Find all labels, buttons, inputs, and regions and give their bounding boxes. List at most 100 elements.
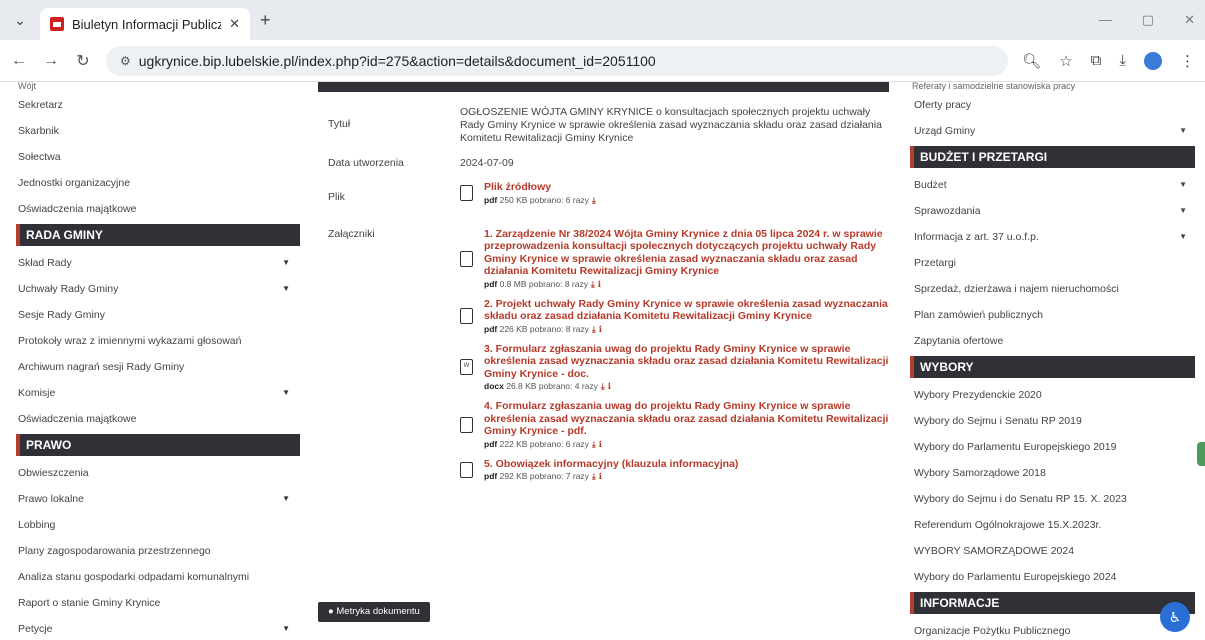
sidebar-item-solectwa[interactable]: Sołectwa bbox=[16, 144, 300, 170]
attachment-link[interactable]: 4. Formularz zgłaszania uwag do projektu… bbox=[484, 400, 893, 438]
metryka-button[interactable]: ● Metryka dokumentu bbox=[318, 602, 430, 622]
section-header-prawo: PRAWO bbox=[16, 434, 300, 456]
sidebar-item-lobbing[interactable]: Lobbing bbox=[16, 512, 300, 538]
row-date: Data utworzenia 2024-07-09 bbox=[318, 157, 893, 169]
download-icon[interactable]: ⤓ bbox=[592, 324, 596, 334]
sidebar-item-sprawozdania[interactable]: Sprawozdania ▼ bbox=[910, 198, 1195, 224]
info-icon[interactable]: ℹ bbox=[599, 471, 602, 481]
sidebar-item-protokoly[interactable]: Protokoły wraz z imiennymi wykazami głos… bbox=[16, 328, 300, 354]
profile-avatar[interactable] bbox=[1144, 51, 1162, 70]
sidebar-cut-item[interactable]: Referaty i samodzielne stanowiska pracy bbox=[910, 82, 1195, 92]
sidebar-item-plan-zamowien[interactable]: Plan zamówień publicznych bbox=[910, 302, 1195, 328]
file-link[interactable]: Plik źródłowy bbox=[484, 181, 596, 194]
download-icon[interactable]: ⤓ bbox=[1119, 52, 1126, 69]
back-icon[interactable]: ← bbox=[10, 52, 28, 70]
info-icon[interactable]: ℹ bbox=[608, 381, 611, 391]
chevron-down-icon[interactable]: ▼ bbox=[282, 486, 290, 512]
sidebar-item-wybory[interactable]: Wybory Samorządowe 2018 bbox=[910, 460, 1195, 486]
sidebar-item-wybory[interactable]: Wybory do Sejmu i Senatu RP 2019 bbox=[910, 408, 1195, 434]
download-icon[interactable]: ⤓ bbox=[601, 381, 605, 391]
sidebar-item-informacja[interactable]: Informacja z art. 37 u.o.f.p. ▼ bbox=[910, 224, 1195, 250]
extensions-icon[interactable]: ⧉ bbox=[1091, 52, 1102, 69]
sidebar-item-analiza[interactable]: Analiza stanu gospodarki odpadami komuna… bbox=[16, 564, 300, 590]
sidebar-item-raport[interactable]: Raport o stanie Gminy Krynice bbox=[16, 590, 300, 616]
sidebar-item-sekretarz[interactable]: Sekretarz bbox=[16, 92, 300, 118]
site-settings-icon[interactable]: ⚙ bbox=[120, 54, 131, 68]
sidebar-item-uchwaly[interactable]: Uchwały Rady Gminy ▼ bbox=[16, 276, 300, 302]
download-icon[interactable]: ⤓ bbox=[592, 471, 596, 481]
sidebar-item-wybory[interactable]: Wybory do Parlamentu Europejskiego 2024 bbox=[910, 564, 1195, 590]
row-file: Plik Plik źródłowy pdf 250 KB pobrano: 6… bbox=[318, 181, 893, 214]
sidebar-item-skarbnik[interactable]: Skarbnik bbox=[16, 118, 300, 144]
sidebar-item-komisje[interactable]: Komisje ▼ bbox=[16, 380, 300, 406]
info-icon[interactable]: ℹ bbox=[599, 324, 602, 334]
chevron-down-icon[interactable]: ▼ bbox=[1179, 198, 1187, 224]
attachment-link[interactable]: 2. Projekt uchwały Rady Gminy Krynice w … bbox=[484, 298, 893, 323]
sidebar-item-sesje[interactable]: Sesje Rady Gminy bbox=[16, 302, 300, 328]
restore-icon[interactable]: ▢ bbox=[1142, 12, 1154, 28]
download-icon[interactable]: ⤓ bbox=[592, 195, 596, 205]
sidebar-item-wybory[interactable]: Referendum Ogólnokrajowe 15.X.2023r. bbox=[910, 512, 1195, 538]
chevron-down-icon[interactable]: ▼ bbox=[1179, 118, 1187, 144]
info-icon[interactable]: ℹ bbox=[598, 279, 601, 289]
sidebar-item-oswiadczenia[interactable]: Oświadczenia majątkowe bbox=[16, 196, 300, 222]
bookmark-star-icon[interactable]: ☆ bbox=[1059, 52, 1072, 70]
attachment-item[interactable]: 5. Obowiązek informacyjny (klauzula info… bbox=[460, 458, 893, 483]
attachment-item[interactable]: W 3. Formularz zgłaszania uwag do projek… bbox=[460, 343, 893, 393]
sidebar-item-wybory[interactable]: Wybory Prezydenckie 2020 bbox=[910, 382, 1195, 408]
attachment-link[interactable]: 1. Zarządzenie Nr 38/2024 Wójta Gminy Kr… bbox=[484, 228, 893, 278]
page-content: Wójt Sekretarz Skarbnik Sołectwa Jednost… bbox=[0, 82, 1205, 640]
sidebar-item-prawo-lokalne[interactable]: Prawo lokalne ▼ bbox=[16, 486, 300, 512]
row-title: Tytuł OGŁOSZENIE WÓJTA GMINY KRYNICE o k… bbox=[318, 106, 893, 145]
info-icon[interactable]: ℹ bbox=[599, 439, 602, 449]
download-icon[interactable]: ⤓ bbox=[591, 279, 595, 289]
chevron-down-icon[interactable]: ▼ bbox=[282, 276, 290, 302]
chevron-down-icon[interactable]: ▼ bbox=[282, 616, 290, 640]
chevron-down-icon[interactable]: ▼ bbox=[1179, 224, 1187, 250]
sidebar-item-opp[interactable]: Organizacje Pożytku Publicznego bbox=[910, 618, 1195, 640]
attachment-link[interactable]: 3. Formularz zgłaszania uwag do projektu… bbox=[484, 343, 893, 381]
download-icon[interactable]: ⤓ bbox=[592, 439, 596, 449]
close-tab-icon[interactable]: ✕ bbox=[229, 16, 240, 32]
left-sidebar: Wójt Sekretarz Skarbnik Sołectwa Jednost… bbox=[16, 82, 300, 640]
sidebar-item-wybory[interactable]: Wybory do Parlamentu Europejskiego 2019 bbox=[910, 434, 1195, 460]
attachment-item[interactable]: 4. Formularz zgłaszania uwag do projektu… bbox=[460, 400, 893, 450]
file-entry[interactable]: Plik źródłowy pdf 250 KB pobrano: 6 razy… bbox=[460, 181, 893, 206]
side-widget-tab[interactable] bbox=[1197, 442, 1205, 466]
address-bar[interactable]: ⚙ ugkrynice.bip.lubelskie.pl/index.php?i… bbox=[106, 45, 1009, 76]
chevron-down-icon[interactable]: ▼ bbox=[282, 250, 290, 276]
accessibility-icon[interactable]: ♿ bbox=[1160, 602, 1190, 632]
sidebar-item-zapytania[interactable]: Zapytania ofertowe bbox=[910, 328, 1195, 354]
sidebar-item-obwieszczenia[interactable]: Obwieszczenia bbox=[16, 460, 300, 486]
sidebar-item-wybory[interactable]: WYBORY SAMORZĄDOWE 2024 bbox=[910, 538, 1195, 564]
attachment-item[interactable]: 2. Projekt uchwały Rady Gminy Krynice w … bbox=[460, 298, 893, 335]
sidebar-item-oferty[interactable]: Oferty pracy bbox=[910, 92, 1195, 118]
attachment-meta: pdf 222 KB pobrano: 6 razy ⤓ ℹ bbox=[484, 438, 602, 449]
sidebar-item-budzet[interactable]: Budżet ▼ bbox=[910, 172, 1195, 198]
sidebar-item-urzad[interactable]: Urząd Gminy ▼ bbox=[910, 118, 1195, 144]
zoom-icon[interactable]: 🔍︎ bbox=[1022, 52, 1041, 70]
sidebar-item-jednostki[interactable]: Jednostki organizacyjne bbox=[16, 170, 300, 196]
chevron-down-icon[interactable]: ▼ bbox=[1179, 172, 1187, 198]
sidebar-item-sprzedaz[interactable]: Sprzedaż, dzierżawa i najem nieruchomośc… bbox=[910, 276, 1195, 302]
site-favicon-icon bbox=[50, 17, 64, 31]
sidebar-item-oswiadczenia-rada[interactable]: Oświadczenia majątkowe bbox=[16, 406, 300, 432]
sidebar-item-wybory[interactable]: Wybory do Sejmu i do Senatu RP 15. X. 20… bbox=[910, 486, 1195, 512]
sidebar-item-sklad-rady[interactable]: Skład Rady ▼ bbox=[16, 250, 300, 276]
reload-icon[interactable]: ↻ bbox=[74, 51, 92, 71]
sidebar-item-plany[interactable]: Plany zagospodarowania przestrzennego bbox=[16, 538, 300, 564]
chevron-down-icon[interactable]: ▼ bbox=[282, 380, 290, 406]
sidebar-item-petycje[interactable]: Petycje ▼ bbox=[16, 616, 300, 640]
sidebar-item-przetargi[interactable]: Przetargi bbox=[910, 250, 1195, 276]
sidebar-cut-item[interactable]: Wójt bbox=[16, 82, 300, 92]
tab-list-icon[interactable]: ⌄ bbox=[0, 12, 40, 29]
sidebar-item-archiwum[interactable]: Archiwum nagrań sesji Rady Gminy bbox=[16, 354, 300, 380]
browser-tab[interactable]: Biuletyn Informacji Publicznej ✕ bbox=[40, 8, 250, 40]
minimize-icon[interactable]: — bbox=[1099, 12, 1112, 28]
close-window-icon[interactable]: ✕ bbox=[1184, 12, 1195, 28]
attachment-item[interactable]: 1. Zarządzenie Nr 38/2024 Wójta Gminy Kr… bbox=[460, 228, 893, 290]
new-tab-icon[interactable]: + bbox=[260, 10, 271, 31]
more-menu-icon[interactable]: ⋮ bbox=[1180, 52, 1195, 70]
forward-icon[interactable]: → bbox=[42, 52, 60, 70]
attachment-link[interactable]: 5. Obowiązek informacyjny (klauzula info… bbox=[484, 458, 738, 471]
